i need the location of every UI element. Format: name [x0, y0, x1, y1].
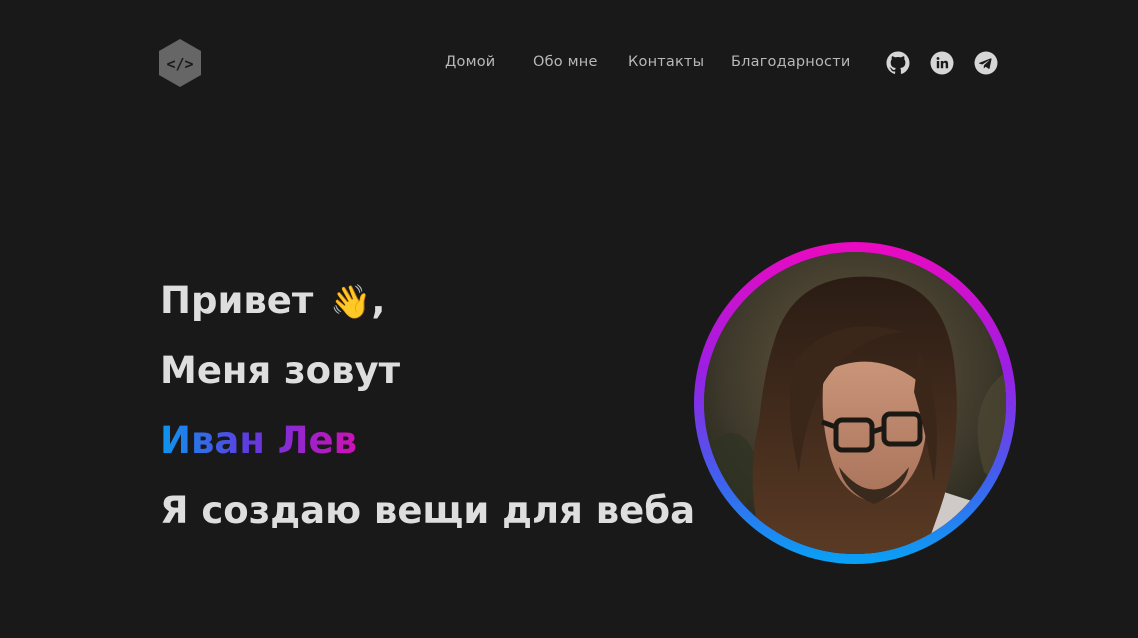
- nav-link-thanks[interactable]: Благодарности: [731, 54, 851, 70]
- nav-link-home[interactable]: Домой: [445, 54, 495, 70]
- linkedin-icon[interactable]: [930, 51, 954, 75]
- github-icon[interactable]: [886, 51, 910, 75]
- nav-link-contacts[interactable]: Контакты: [628, 54, 704, 70]
- hero-name: Иван Лев: [160, 419, 358, 462]
- waving-hand-emoji: 👋: [330, 282, 372, 321]
- greeting-text: Привет: [160, 279, 314, 322]
- telegram-icon[interactable]: [974, 51, 998, 75]
- profile-photo: [704, 252, 1006, 554]
- main-nav: Домой Обо мне Контакты Благодарности: [0, 52, 1138, 76]
- hero-tagline: Я создаю вещи для веба: [160, 489, 696, 532]
- hero-greeting: Привет 👋,: [160, 282, 385, 319]
- avatar: [694, 242, 1016, 564]
- greeting-suffix: ,: [371, 279, 386, 322]
- hero-intro: Меня зовут: [160, 349, 401, 392]
- nav-link-about[interactable]: Обо мне: [533, 54, 598, 70]
